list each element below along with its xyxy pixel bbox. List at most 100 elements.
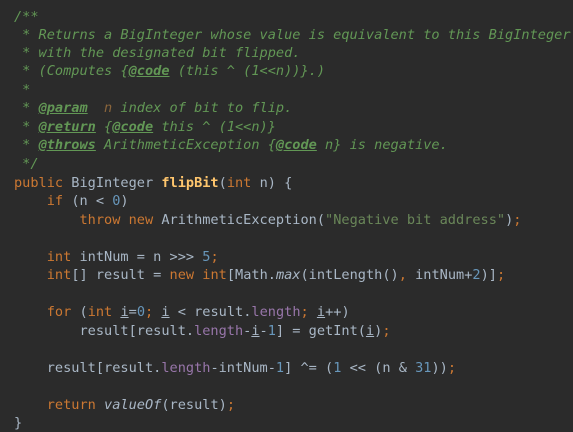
code-token: intNum+ <box>415 267 473 283</box>
code-token: 31 <box>415 360 432 376</box>
code-token: (n < <box>71 193 113 209</box>
code-line[interactable]: * <box>14 81 30 99</box>
code-token: , <box>398 267 416 283</box>
code-token: { <box>259 137 276 153</box>
code-token: int <box>226 175 260 191</box>
code-token: ; <box>496 267 506 283</box>
code-token: << (n & <box>349 360 416 376</box>
code-line[interactable]: } <box>14 414 22 432</box>
code-token: i <box>365 323 375 339</box>
code-line[interactable]: */ <box>14 155 39 173</box>
code-line[interactable]: for (int i=0; i < result.length; i++) <box>14 303 350 321</box>
code-token: ; <box>447 360 457 376</box>
code-token: 1 <box>275 360 285 376</box>
code-token: is negative. <box>341 137 448 153</box>
code-token: /** <box>14 9 39 25</box>
code-token: @throws <box>38 137 96 153</box>
code-token: (result) <box>161 397 227 413</box>
code-token: )) <box>431 360 448 376</box>
code-line[interactable]: int intNum = n >>> 5; <box>14 248 219 266</box>
code-token: ; <box>382 323 391 339</box>
code-line[interactable]: * Returns a BigInteger whose value is eq… <box>14 26 570 44</box>
code-token: int <box>46 249 80 265</box>
code-line[interactable]: int[] result = new int[Math.max(intLengt… <box>14 266 505 284</box>
code-line[interactable]: throw new ArithmeticException("Negative … <box>14 211 521 229</box>
code-token: throw new <box>79 212 162 228</box>
code-token: new int <box>169 267 227 283</box>
code-line[interactable]: result[result.length-intNum-1] ^= (1 << … <box>14 359 456 377</box>
code-line[interactable]: * with the designated bit flipped. <box>14 44 300 62</box>
code-line[interactable]: result[result.length-i-1] = getInt(i); <box>14 322 391 340</box>
code-token: BigInteger <box>71 175 162 191</box>
code-token: n <box>87 100 113 116</box>
code-token: (intLength() <box>300 267 399 283</box>
code-token: ( <box>79 304 88 320</box>
code-token: [Math. <box>226 267 276 283</box>
code-token: * <box>14 100 39 116</box>
code-token: this ^ (1<<n)} <box>153 119 276 135</box>
code-line[interactable]: if (n < 0) <box>14 192 129 210</box>
code-line[interactable]: * @throws ArithmeticException {@code n} … <box>14 136 448 154</box>
code-token: [] result = <box>71 267 170 283</box>
code-token: @code <box>128 63 170 79</box>
code-line[interactable]: return valueOf(result); <box>14 396 235 414</box>
code-token: @code <box>112 119 154 135</box>
code-token: result[result. <box>79 323 195 339</box>
code-token: ArithmeticException <box>95 137 260 153</box>
code-token: -intNum- <box>210 360 276 376</box>
code-token: @return <box>38 119 96 135</box>
code-line[interactable]: /** <box>14 8 39 26</box>
code-token: length <box>251 304 301 320</box>
code-token: (this ^ (1<<n))} <box>169 63 309 79</box>
code-token: .) <box>308 63 326 79</box>
code-token: length <box>194 323 244 339</box>
code-line[interactable]: * (Computes {@code (this ^ (1<<n))}.) <box>14 62 325 80</box>
code-token: ; <box>145 304 162 320</box>
code-token: ; <box>226 397 236 413</box>
code-token: i <box>120 304 129 320</box>
code-token: int <box>46 267 72 283</box>
code-token: i <box>316 304 326 320</box>
code-token: ArithmeticException( <box>161 212 326 228</box>
code-token: */ <box>14 156 39 172</box>
code-token: * with the designated bit flipped. <box>14 45 301 61</box>
code-token: ; <box>300 304 317 320</box>
code-token: { <box>120 63 129 79</box>
code-token: { <box>95 119 113 135</box>
code-line[interactable]: * @return {@code this ^ (1<<n)} <box>14 118 276 136</box>
code-token: i <box>161 304 170 320</box>
code-token: @code <box>275 137 317 153</box>
code-token: ++) <box>325 304 350 320</box>
code-token: * <box>14 137 39 153</box>
code-token: ; <box>210 249 219 265</box>
code-line[interactable]: public BigInteger flipBit(int n) { <box>14 174 292 192</box>
code-token: * (Computes <box>14 63 121 79</box>
code-line[interactable]: * @param n index of bit to flip. <box>14 99 292 117</box>
code-token: } <box>14 415 23 431</box>
code-token: flipBit <box>161 175 219 191</box>
code-token: max <box>275 267 301 283</box>
code-token: ; <box>513 212 522 228</box>
code-token: @param <box>38 100 88 116</box>
code-token: )] <box>480 267 497 283</box>
code-token: 1 <box>267 323 276 339</box>
code-token: 0 <box>136 304 145 320</box>
code-token: - <box>259 323 268 339</box>
code-token: ] = getInt( <box>275 323 366 339</box>
code-token: < result. <box>169 304 252 320</box>
code-token: int <box>87 304 121 320</box>
code-token: ] ^= ( <box>284 360 334 376</box>
code-token: return <box>46 397 105 413</box>
code-token: ( <box>218 175 227 191</box>
code-editor[interactable]: /** * Returns a BigInteger whose value i… <box>0 0 573 432</box>
code-token: result[result. <box>46 360 162 376</box>
code-token: n) { <box>259 175 293 191</box>
code-token: for <box>46 304 80 320</box>
